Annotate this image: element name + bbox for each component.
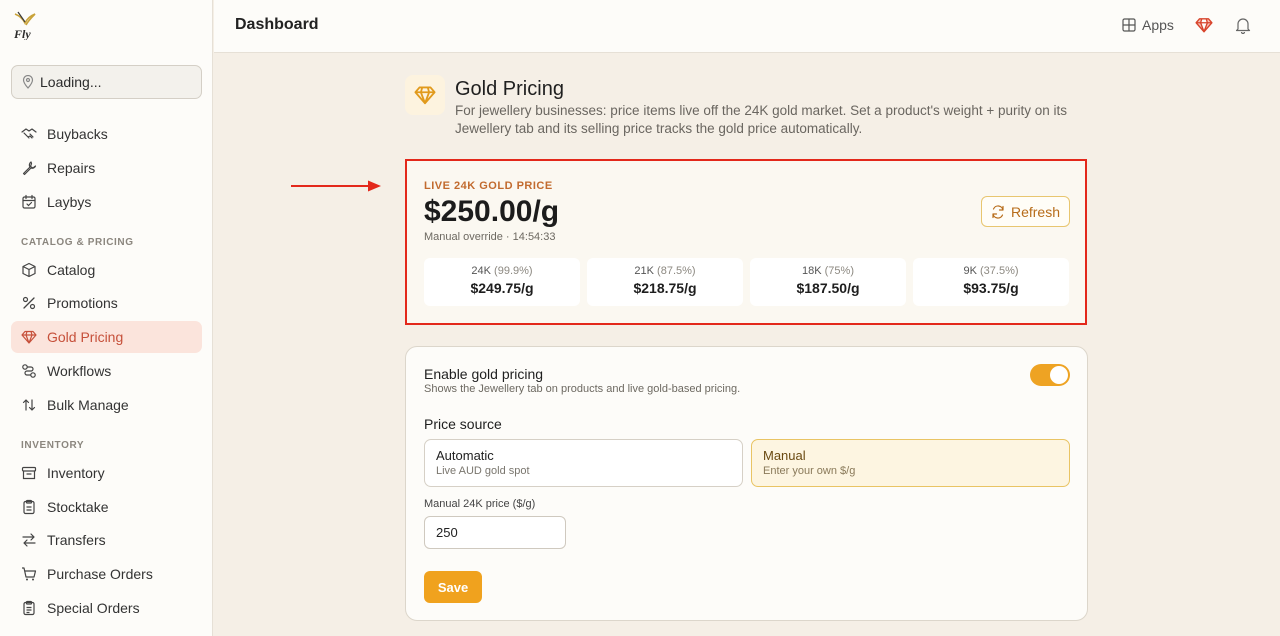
apps-button[interactable]: Apps [1122,17,1174,33]
live-gold-price-card: LIVE 24K GOLD PRICE $250.00/g Manual ove… [405,159,1087,325]
sidebar-item-buybacks[interactable]: Buybacks [11,118,202,150]
sidebar-section-catalog: CATALOG & PRICING [21,237,134,248]
manual-price-input[interactable] [424,516,566,549]
percent-icon [22,296,36,310]
purity-tile-18k: 18K (75%) $187.50/g [750,258,906,306]
refresh-button[interactable]: Refresh [981,196,1070,227]
purity-tile-21k: 21K (87.5%) $218.75/g [587,258,743,306]
sidebar-item-catalog[interactable]: Catalog [11,254,202,286]
purity-percent: (87.5%) [657,265,696,277]
purity-name: 9K [963,265,977,277]
sidebar-item-label: Catalog [47,262,96,278]
enable-gold-pricing-title: Enable gold pricing [424,366,544,382]
workflow-icon [22,364,36,378]
sidebar-item-workflows[interactable]: Workflows [11,355,202,387]
sidebar-section-inventory: INVENTORY [21,440,85,451]
manual-price-label: Manual 24K price ($/g) [424,498,536,510]
grid-icon [1122,18,1136,32]
calendar-icon [22,194,36,209]
archive-icon [21,466,37,480]
wrench-icon [22,161,37,176]
sidebar-item-label: Gold Pricing [47,329,124,345]
option-title: Manual [763,448,806,463]
sidebar: Fly Loading... Buybacks Repairs Laybys C… [0,0,213,636]
price-source-status: Manual override · 14:54:33 [424,231,556,243]
sidebar-item-label: Purchase Orders [47,566,153,582]
handshake-icon [21,128,37,139]
purity-name: 18K [802,265,822,277]
sidebar-item-bulk-manage[interactable]: Bulk Manage [11,389,202,421]
gold-pricing-settings-card: Enable gold pricing Shows the Jewellery … [405,346,1088,621]
live-price-value: $250.00/g [424,195,560,228]
purity-price: $249.75/g [470,280,534,296]
transfer-icon [22,533,36,547]
purity-percent: (99.9%) [494,265,533,277]
purity-name: 21K [634,265,654,277]
annotation-arrow-icon [291,180,381,192]
clipboard-icon [23,499,35,515]
sidebar-item-transfers[interactable]: Transfers [11,524,202,556]
sidebar-item-label: Workflows [47,363,112,379]
section-title: Gold Pricing [455,78,564,100]
gold-pricing-header-icon [405,75,445,115]
live-price-label: LIVE 24K GOLD PRICE [424,180,553,192]
gem-icon [414,86,436,105]
price-source-option-manual[interactable]: Manual Enter your own $/g [751,439,1070,487]
sidebar-item-label: Promotions [47,295,118,311]
enable-gold-pricing-description: Shows the Jewellery tab on products and … [424,383,741,395]
location-label: Loading... [40,74,102,90]
sidebar-item-label: Repairs [47,160,96,176]
sidebar-item-special-orders[interactable]: Special Orders [11,592,202,624]
gem-icon [21,330,37,344]
location-selector[interactable]: Loading... [11,65,202,99]
gold-pricing-shortcut[interactable] [1195,16,1213,39]
enable-gold-pricing-toggle[interactable] [1030,364,1070,386]
bell-icon [1235,18,1251,35]
purity-price: $93.75/g [963,280,1019,296]
location-pin-icon [22,75,34,89]
sidebar-item-label: Stocktake [47,499,109,515]
sidebar-item-stocktake[interactable]: Stocktake [11,491,202,523]
sidebar-item-inventory[interactable]: Inventory [11,457,202,489]
purity-tile-9k: 9K (37.5%) $93.75/g [913,258,1069,306]
notifications-button[interactable] [1235,16,1251,39]
sidebar-item-repairs[interactable]: Repairs [11,152,202,184]
toggle-knob [1050,366,1068,384]
sidebar-item-label: Laybys [47,194,92,210]
gem-icon [1195,18,1213,33]
brand-logo[interactable]: Fly [12,10,38,41]
sidebar-item-purchase-orders[interactable]: Purchase Orders [11,558,202,590]
sidebar-item-label: Transfers [47,532,106,548]
top-bar: Dashboard Apps [214,0,1280,53]
apps-label: Apps [1142,17,1174,33]
sort-arrows-icon [22,399,36,411]
purity-percent: (75%) [824,265,854,277]
sidebar-item-laybys[interactable]: Laybys [11,186,202,218]
purity-tile-24k: 24K (99.9%) $249.75/g [424,258,580,306]
refresh-label: Refresh [1010,203,1061,220]
purity-name: 24K [471,265,491,277]
logo-text: Fly [13,27,31,40]
price-source-label: Price source [424,416,502,432]
section-description: For jewellery businesses: price items li… [455,103,1067,136]
sidebar-item-gold-pricing[interactable]: Gold Pricing [11,321,202,353]
price-source-option-automatic[interactable]: Automatic Live AUD gold spot [424,439,743,487]
sidebar-item-label: Bulk Manage [47,397,129,413]
sidebar-item-label: Buybacks [47,126,108,142]
purity-percent: (37.5%) [980,265,1019,277]
purity-price: $187.50/g [796,280,860,296]
cart-icon [22,567,37,581]
page-title: Dashboard [235,16,319,33]
clipboard-list-icon [23,600,35,616]
option-title: Automatic [436,448,494,463]
purity-price: $218.75/g [633,280,697,296]
save-button[interactable]: Save [424,571,482,603]
option-description: Enter your own $/g [763,465,856,477]
sidebar-item-label: Special Orders [47,600,140,616]
box-icon [22,262,36,278]
sidebar-item-label: Inventory [47,465,105,481]
sidebar-item-promotions[interactable]: Promotions [11,287,202,319]
refresh-icon [992,204,1004,219]
option-description: Live AUD gold spot [436,465,530,477]
